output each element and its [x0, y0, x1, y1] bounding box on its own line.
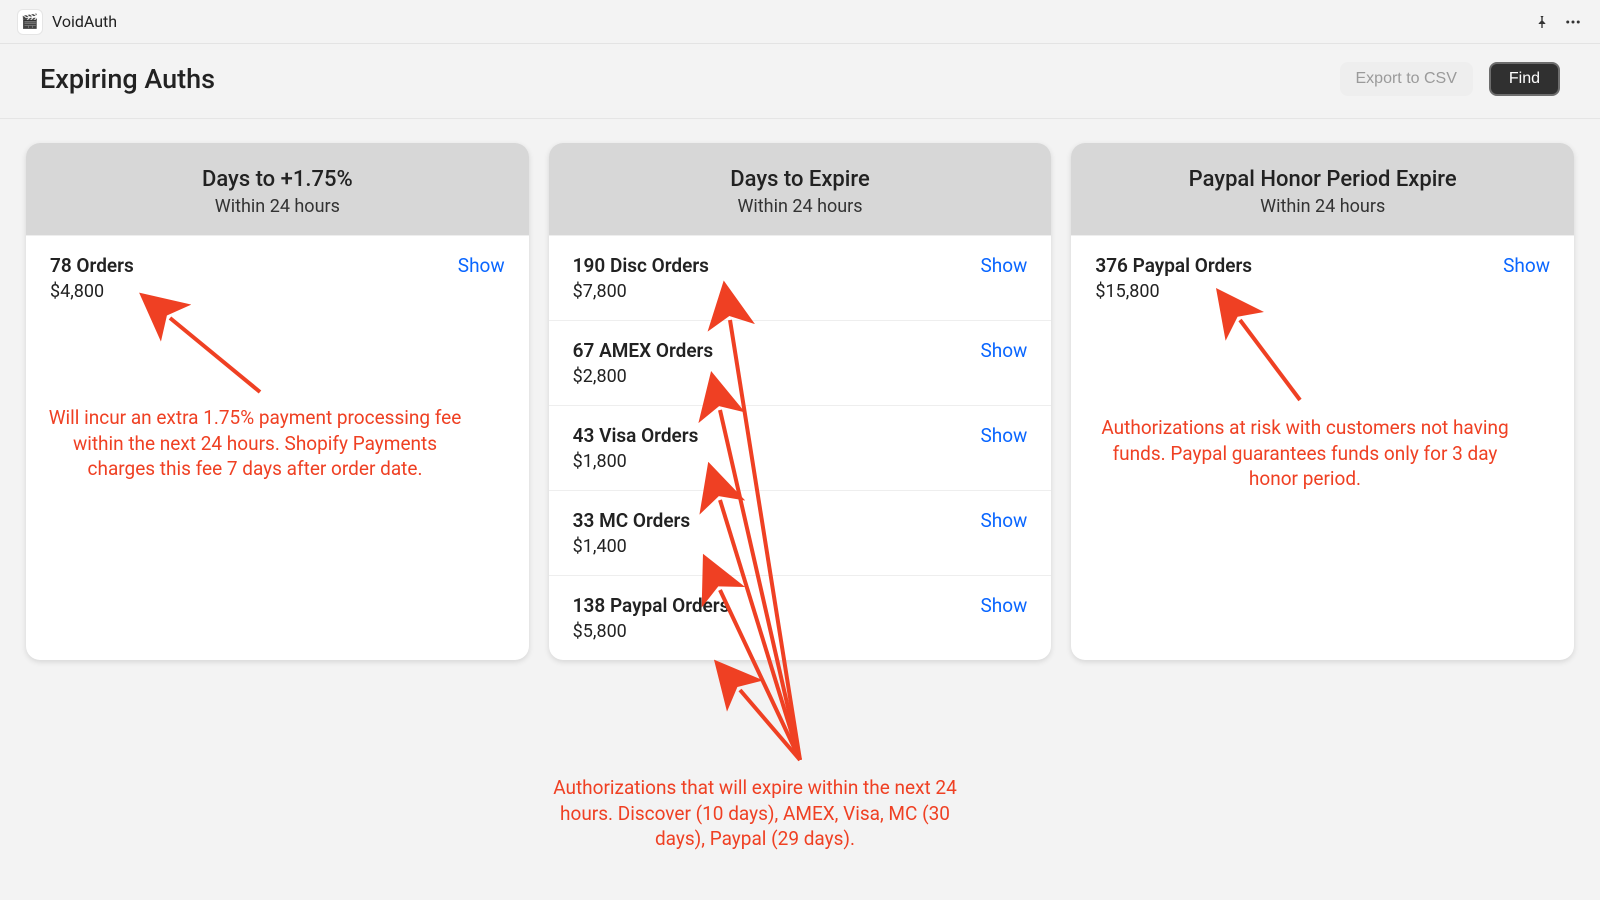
show-link[interactable]: Show [980, 509, 1027, 532]
card-header: Paypal Honor Period Expire Within 24 hou… [1071, 143, 1574, 235]
annotation-expire: Authorizations that will expire within t… [545, 775, 965, 852]
row-text: 78 Orders $4,800 [50, 254, 134, 302]
page-header: Expiring Auths Export to CSV Find [0, 44, 1600, 119]
row-amount: $1,400 [573, 536, 691, 557]
card-subtitle: Within 24 hours [36, 196, 519, 217]
annotation-fee: Will incur an extra 1.75% payment proces… [45, 405, 465, 482]
show-link[interactable]: Show [980, 424, 1027, 447]
card-row: 376 Paypal Orders $15,800 Show [1071, 235, 1574, 320]
card-title: Days to +1.75% [36, 167, 519, 192]
row-amount: $7,800 [573, 281, 709, 302]
row-text: 33 MC Orders $1,400 [573, 509, 691, 557]
show-link[interactable]: Show [980, 254, 1027, 277]
export-csv-button[interactable]: Export to CSV [1340, 62, 1473, 96]
row-text: 138 Paypal Orders $5,800 [573, 594, 730, 642]
card-header: Days to +1.75% Within 24 hours [26, 143, 529, 235]
row-amount: $15,800 [1095, 281, 1252, 302]
row-text: 190 Disc Orders $7,800 [573, 254, 709, 302]
row-text: 43 Visa Orders $1,800 [573, 424, 699, 472]
show-link[interactable]: Show [458, 254, 505, 277]
card-row: 138 Paypal Orders $5,800 Show [549, 575, 1052, 660]
row-label: 43 Visa Orders [573, 424, 699, 447]
more-icon[interactable] [1564, 13, 1582, 31]
card-subtitle: Within 24 hours [559, 196, 1042, 217]
card-header: Days to Expire Within 24 hours [549, 143, 1052, 235]
annotation-paypal: Authorizations at risk with customers no… [1095, 415, 1515, 492]
page-title: Expiring Auths [40, 63, 215, 95]
row-amount: $5,800 [573, 621, 730, 642]
find-button[interactable]: Find [1489, 62, 1560, 96]
row-text: 67 AMEX Orders $2,800 [573, 339, 714, 387]
card-days-to-expire: Days to Expire Within 24 hours 190 Disc … [549, 143, 1052, 660]
row-label: 376 Paypal Orders [1095, 254, 1252, 277]
show-link[interactable]: Show [1503, 254, 1550, 277]
card-days-to-fee: Days to +1.75% Within 24 hours 78 Orders… [26, 143, 529, 660]
card-paypal-honor: Paypal Honor Period Expire Within 24 hou… [1071, 143, 1574, 660]
row-label: 33 MC Orders [573, 509, 691, 532]
app-bar: 🎬 VoidAuth [0, 0, 1600, 44]
row-label: 67 AMEX Orders [573, 339, 714, 362]
show-link[interactable]: Show [980, 339, 1027, 362]
row-label: 138 Paypal Orders [573, 594, 730, 617]
card-row: 43 Visa Orders $1,800 Show [549, 405, 1052, 490]
card-row: 190 Disc Orders $7,800 Show [549, 235, 1052, 320]
row-text: 376 Paypal Orders $15,800 [1095, 254, 1252, 302]
show-link[interactable]: Show [980, 594, 1027, 617]
card-row: 33 MC Orders $1,400 Show [549, 490, 1052, 575]
page-actions: Export to CSV Find [1340, 62, 1561, 96]
row-amount: $2,800 [573, 366, 714, 387]
app-bar-left: 🎬 VoidAuth [18, 10, 117, 34]
app-icon: 🎬 [18, 10, 42, 34]
row-amount: $1,800 [573, 451, 699, 472]
cards-row: Days to +1.75% Within 24 hours 78 Orders… [0, 119, 1600, 684]
app-bar-right [1534, 13, 1582, 31]
app-name: VoidAuth [52, 12, 117, 31]
card-title: Paypal Honor Period Expire [1081, 167, 1564, 192]
row-label: 78 Orders [50, 254, 134, 277]
card-subtitle: Within 24 hours [1081, 196, 1564, 217]
pin-icon[interactable] [1534, 14, 1550, 30]
row-amount: $4,800 [50, 281, 134, 302]
card-row: 67 AMEX Orders $2,800 Show [549, 320, 1052, 405]
card-title: Days to Expire [559, 167, 1042, 192]
card-row: 78 Orders $4,800 Show [26, 235, 529, 320]
row-label: 190 Disc Orders [573, 254, 709, 277]
